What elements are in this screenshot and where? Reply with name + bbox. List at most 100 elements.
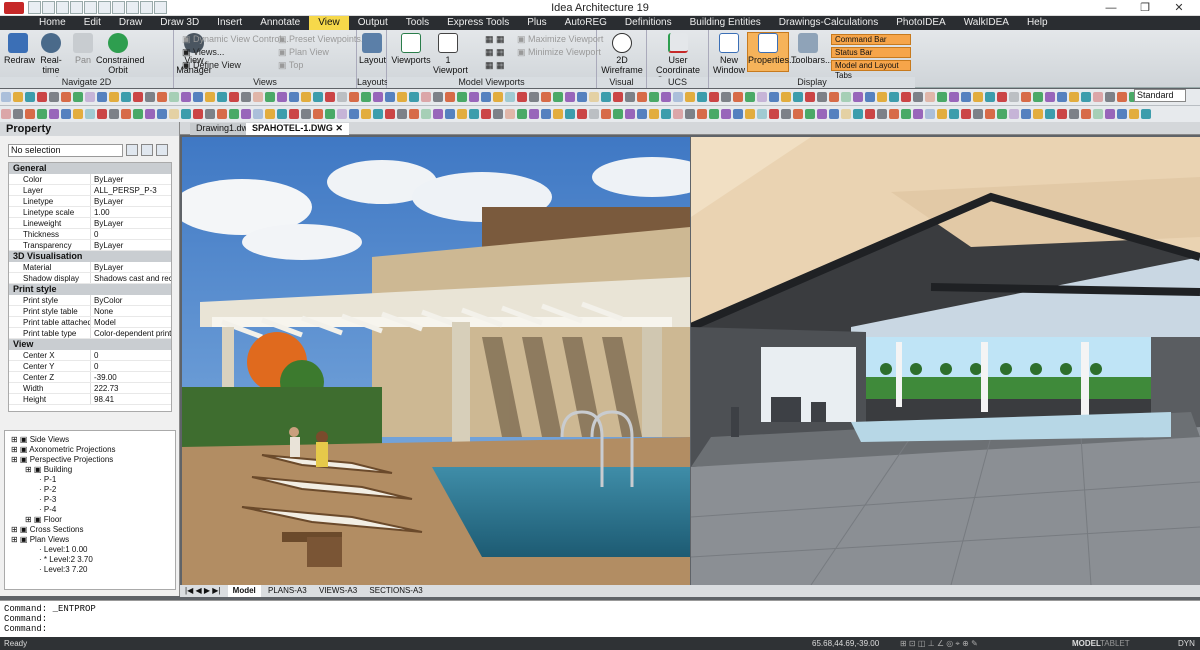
viewport-layout-icons-2[interactable]: ▦ ▦ — [485, 47, 505, 58]
toolbar-tool-icon[interactable] — [865, 109, 875, 119]
toolbar-tool-icon[interactable] — [589, 109, 599, 119]
toolbar-tool-icon[interactable] — [541, 109, 551, 119]
status-bar-toggle[interactable]: Status Bar — [831, 47, 911, 58]
toolbar-tool-icon[interactable] — [625, 92, 635, 102]
toolbar-tool-icon[interactable] — [541, 92, 551, 102]
toolbar-tool-icon[interactable] — [157, 92, 167, 102]
toolbar-tool-icon[interactable] — [181, 109, 191, 119]
toolbar-tool-icon[interactable] — [817, 92, 827, 102]
toolbar-tool-icon[interactable] — [709, 109, 719, 119]
toolbar-tool-icon[interactable] — [805, 92, 815, 102]
tree-item[interactable]: · Level:3 7.20 — [5, 565, 175, 575]
toolbar-tool-icon[interactable] — [193, 92, 203, 102]
toolbar-tool-icon[interactable] — [49, 92, 59, 102]
toolbar-tool-icon[interactable] — [265, 109, 275, 119]
close-icon[interactable]: ✕ — [335, 123, 343, 133]
tab-photoidea[interactable]: PhotoIDEA — [887, 16, 954, 30]
toolbar-tool-icon[interactable] — [853, 109, 863, 119]
toolbar-tool-icon[interactable] — [505, 92, 515, 102]
toolbar-tool-icon[interactable] — [577, 109, 587, 119]
tab-autoreg[interactable]: AutoREG — [556, 16, 616, 30]
property-row[interactable]: Shadow display Shadows cast and rec... — [9, 273, 171, 284]
property-section-view[interactable]: View — [9, 339, 171, 350]
toolbar-tool-icon[interactable] — [721, 109, 731, 119]
toolbar-tool-icon[interactable] — [445, 92, 455, 102]
tree-item[interactable]: ⊞ ▣ Floor — [5, 515, 175, 525]
tree-item[interactable]: · P-4 — [5, 505, 175, 515]
property-row[interactable]: Center Y0 — [9, 361, 171, 372]
doc-tab-spahotel[interactable]: SPAHOTEL-1.DWG ✕ — [246, 123, 349, 135]
toolbar-tool-icon[interactable] — [61, 109, 71, 119]
toolbar-tool-icon[interactable] — [649, 92, 659, 102]
toolbar-tool-icon[interactable] — [1033, 92, 1043, 102]
layout-tab-sections[interactable]: SECTIONS-A3 — [364, 585, 427, 597]
toolbar-tool-icon[interactable] — [421, 92, 431, 102]
toolbar-tool-icon[interactable] — [901, 109, 911, 119]
toolbar-tool-icon[interactable] — [889, 109, 899, 119]
maximize-viewport-item[interactable]: ▣ Maximize Viewport — [517, 34, 603, 45]
property-value[interactable]: -39.00 — [91, 372, 171, 382]
toolbar-tool-icon[interactable] — [517, 109, 527, 119]
tablet-toggle[interactable]: TABLET — [1100, 637, 1130, 650]
toolbar-tool-icon[interactable] — [49, 109, 59, 119]
tree-item[interactable]: ⊞ ▣ Side Views — [5, 435, 175, 445]
toolbar-tool-icon[interactable] — [877, 109, 887, 119]
toolbar-tool-icon[interactable] — [949, 109, 959, 119]
property-section-print-style[interactable]: Print style — [9, 284, 171, 295]
toolbar-tool-icon[interactable] — [793, 109, 803, 119]
toolbar-tool-icon[interactable] — [745, 92, 755, 102]
top-view-item[interactable]: ▣ Top — [278, 60, 303, 71]
toolbar-tool-icon[interactable] — [97, 109, 107, 119]
toolbar-tool-icon[interactable] — [37, 92, 47, 102]
toolbar-tool-icon[interactable] — [1, 92, 11, 102]
tab-edit[interactable]: Edit — [75, 16, 110, 30]
toolbar-tool-icon[interactable] — [637, 92, 647, 102]
toolbar-tool-icon[interactable] — [877, 92, 887, 102]
tab-draw-3d[interactable]: Draw 3D — [151, 16, 208, 30]
property-row[interactable]: Transparency ByLayer — [9, 240, 171, 251]
property-row[interactable]: Material ByLayer — [9, 262, 171, 273]
toolbar-tool-icon[interactable] — [133, 109, 143, 119]
toolbar-tool-icon[interactable] — [277, 109, 287, 119]
toolbar-tool-icon[interactable] — [481, 92, 491, 102]
toolbar-tool-icon[interactable] — [1045, 109, 1055, 119]
layout-tab-model[interactable]: Model — [227, 585, 261, 597]
toolbar-tool-icon[interactable] — [385, 109, 395, 119]
toolbar-tool-icon[interactable] — [889, 92, 899, 102]
toolbar-tool-icon[interactable] — [781, 92, 791, 102]
toolbar-tool-icon[interactable] — [1129, 109, 1139, 119]
toolbar-tool-icon[interactable] — [613, 92, 623, 102]
toolbars-button[interactable]: Toolbars... — [791, 33, 833, 65]
property-row[interactable]: Layer ALL_PERSP_P-3 — [9, 185, 171, 196]
tree-item[interactable]: ⊞ ▣ Perspective Projections — [5, 455, 175, 465]
toolbar-tool-icon[interactable] — [913, 109, 923, 119]
tab-annotate[interactable]: Annotate — [251, 16, 309, 30]
toolbar-tool-icon[interactable] — [1033, 109, 1043, 119]
dyn-toggle[interactable]: DYN — [1178, 637, 1195, 650]
property-section-3d-visualisation[interactable]: 3D Visualisation — [9, 251, 171, 262]
tab-view[interactable]: View — [309, 16, 349, 30]
toolbar-tool-icon[interactable] — [853, 92, 863, 102]
toolbar-tool-icon[interactable] — [961, 92, 971, 102]
toolbar-tool-icon[interactable] — [1117, 109, 1127, 119]
toolbar-tool-icon[interactable] — [421, 109, 431, 119]
tree-item[interactable]: · P-1 — [5, 475, 175, 485]
toolbar-tool-icon[interactable] — [133, 92, 143, 102]
toolbar-tool-icon[interactable] — [1081, 92, 1091, 102]
toolbar-tool-icon[interactable] — [757, 109, 767, 119]
toolbar-tool-icon[interactable] — [469, 109, 479, 119]
toolbar-tool-icon[interactable] — [325, 109, 335, 119]
toolbar-tool-icon[interactable] — [1021, 92, 1031, 102]
tab-insert[interactable]: Insert — [208, 16, 251, 30]
toolbar-tool-icon[interactable] — [25, 92, 35, 102]
toolbar-tool-icon[interactable] — [469, 92, 479, 102]
property-value[interactable]: 0 — [91, 361, 171, 371]
dynamic-view-control-item[interactable]: ▣ Dynamic View Control... — [182, 34, 289, 45]
one-viewport-button[interactable]: 1 Viewport — [433, 33, 468, 75]
toolbar-tool-icon[interactable] — [1093, 92, 1103, 102]
toolbar-tool-icon[interactable] — [925, 109, 935, 119]
toolbar-tool-icon[interactable] — [529, 109, 539, 119]
property-row[interactable]: Height 98.41 — [9, 394, 171, 405]
property-value[interactable]: Shadows cast and rec... — [91, 273, 171, 283]
toolbar-tool-icon[interactable] — [553, 109, 563, 119]
